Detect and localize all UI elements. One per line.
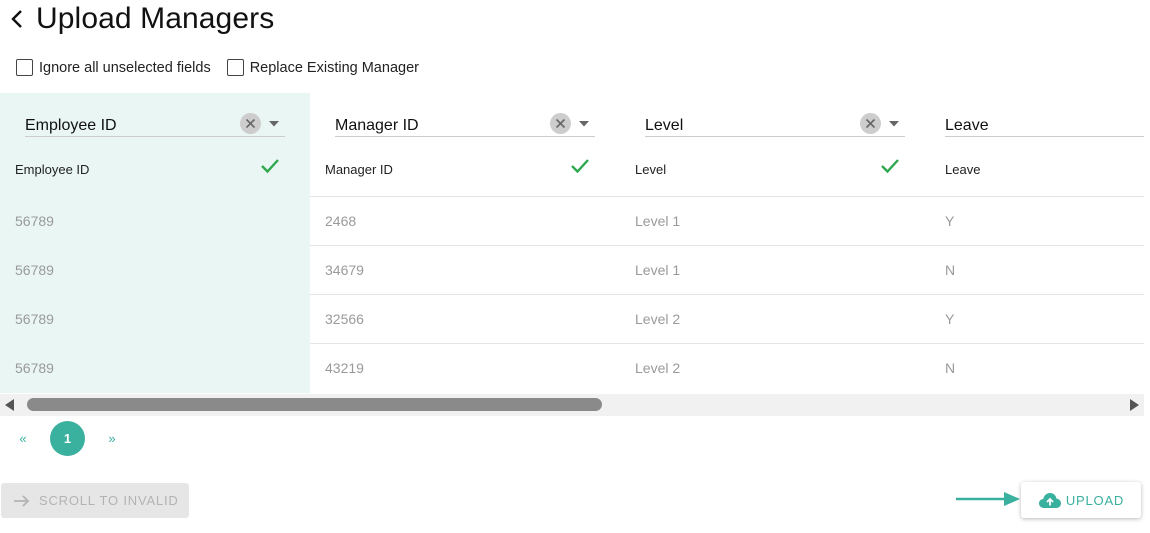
table-cell: 56789	[15, 360, 54, 376]
column-employee-id[interactable]: Employee ID Employee ID 56789 56789 5678…	[0, 93, 310, 393]
chevron-left-icon[interactable]	[10, 4, 32, 34]
source-header: Employee ID	[15, 162, 90, 177]
field-select-value: Level	[645, 116, 684, 134]
table-cell: 34679	[310, 245, 620, 294]
scrollbar-thumb[interactable]	[27, 398, 602, 411]
cloud-upload-icon	[1038, 491, 1062, 509]
upload-options: Ignore all unselected fields Replace Exi…	[16, 59, 435, 76]
field-select[interactable]: Leave	[945, 107, 1144, 137]
scroll-left-arrow-icon[interactable]	[5, 399, 14, 411]
table-cell: 32566	[310, 294, 620, 343]
field-select[interactable]: Manager ID	[335, 107, 595, 137]
mapping-grid: Employee ID Employee ID 56789 56789 5678…	[0, 93, 1144, 393]
field-select-value: Leave	[945, 116, 989, 134]
clear-icon[interactable]	[550, 113, 571, 134]
field-select[interactable]: Level	[645, 107, 905, 137]
source-header: Level	[635, 162, 667, 177]
ignore-unselected-label: Ignore all unselected fields	[39, 59, 211, 76]
column-level[interactable]: Level Level Level 1 Level 1 Level 2 Leve…	[620, 93, 930, 393]
page-header: Upload Managers	[10, 0, 274, 38]
table-cell: N	[930, 245, 1144, 294]
field-select-value: Employee ID	[25, 116, 117, 134]
clear-icon[interactable]	[240, 113, 261, 134]
column-header: Level Level	[620, 93, 930, 196]
table-cell: N	[930, 343, 1144, 392]
field-select[interactable]: Employee ID	[25, 107, 285, 137]
table-cell: Level 1	[620, 196, 930, 245]
table-cell: Level 2	[620, 343, 930, 392]
table-cell: Y	[930, 294, 1144, 343]
table-cell: 43219	[310, 343, 620, 392]
table-cell: Y	[930, 196, 1144, 245]
replace-existing-checkbox[interactable]	[226, 59, 244, 76]
table-cell: Level 2	[620, 294, 930, 343]
pagination: « 1 »	[14, 421, 121, 456]
scroll-right-arrow-icon[interactable]	[1130, 399, 1139, 411]
table-cell: 56789	[15, 262, 54, 278]
scroll-to-invalid-button[interactable]: SCROLL TO INVALID	[1, 483, 189, 518]
ignore-unselected-option[interactable]: Ignore all unselected fields	[16, 59, 211, 76]
source-header: Leave	[945, 162, 981, 177]
pointer-arrow-icon	[956, 492, 1020, 506]
check-icon	[880, 157, 900, 175]
ignore-unselected-checkbox[interactable]	[16, 59, 33, 76]
pagination-next[interactable]: »	[103, 431, 121, 446]
clear-icon[interactable]	[860, 113, 881, 134]
column-header: Leave Leave	[930, 93, 1144, 196]
column-leave[interactable]: Leave Leave Y N Y N	[930, 93, 1144, 393]
caret-down-icon[interactable]	[267, 119, 281, 129]
upload-label: UPLOAD	[1065, 492, 1125, 508]
pagination-page-current[interactable]: 1	[50, 421, 85, 456]
table-cell: Level 1	[620, 245, 930, 294]
pagination-prev[interactable]: «	[14, 431, 32, 446]
table-cell: 2468	[310, 196, 620, 245]
page-title: Upload Managers	[36, 2, 275, 35]
upload-button[interactable]: UPLOAD	[1021, 482, 1141, 518]
column-manager-id[interactable]: Manager ID Manager ID 2468 34679 32566 4…	[310, 93, 620, 393]
caret-down-icon[interactable]	[887, 119, 901, 129]
replace-existing-label: Replace Existing Manager	[249, 59, 419, 76]
check-icon	[260, 157, 280, 175]
arrow-right-icon	[13, 494, 31, 508]
caret-down-icon[interactable]	[577, 119, 591, 129]
table-cell: 56789	[15, 213, 54, 229]
replace-existing-option[interactable]: Replace Existing Manager	[226, 59, 419, 76]
table-cell: 56789	[15, 311, 54, 327]
column-header: Employee ID Employee ID	[0, 93, 310, 196]
source-header: Manager ID	[325, 162, 393, 177]
check-icon	[570, 157, 590, 175]
column-header: Manager ID Manager ID	[310, 93, 620, 196]
horizontal-scrollbar[interactable]	[0, 394, 1144, 416]
scroll-to-invalid-label: SCROLL TO INVALID	[39, 493, 179, 508]
field-select-value: Manager ID	[335, 116, 419, 134]
